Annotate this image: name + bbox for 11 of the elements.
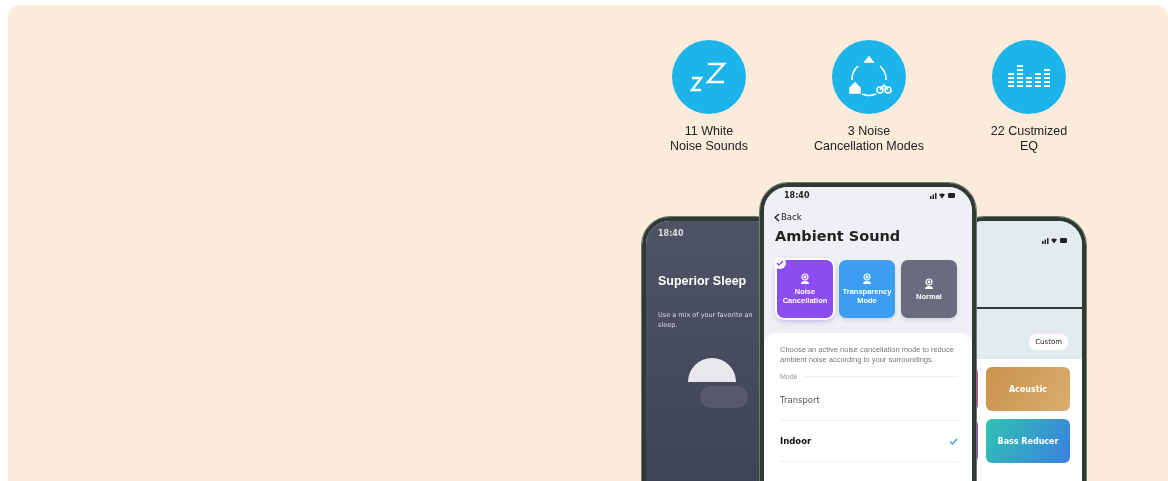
feature-label: 11 White Noise Sounds	[670, 124, 748, 154]
screen-title: Superior Sleep	[658, 274, 748, 288]
back-link[interactable]: Back	[774, 212, 972, 222]
preset-tile[interactable]: Bass Reducer	[986, 419, 1070, 463]
mode-option[interactable]: Transport	[780, 380, 958, 421]
status-time: 18:40	[658, 229, 685, 238]
mode-option[interactable]: Indoor	[780, 421, 958, 462]
screen-title: Ambient Sound	[775, 228, 902, 244]
feature-label: 3 Noise Cancellation Modes	[814, 124, 924, 154]
feature-label: 22 Custmized EQ	[990, 124, 1068, 154]
status-time: 18:40	[784, 191, 810, 200]
